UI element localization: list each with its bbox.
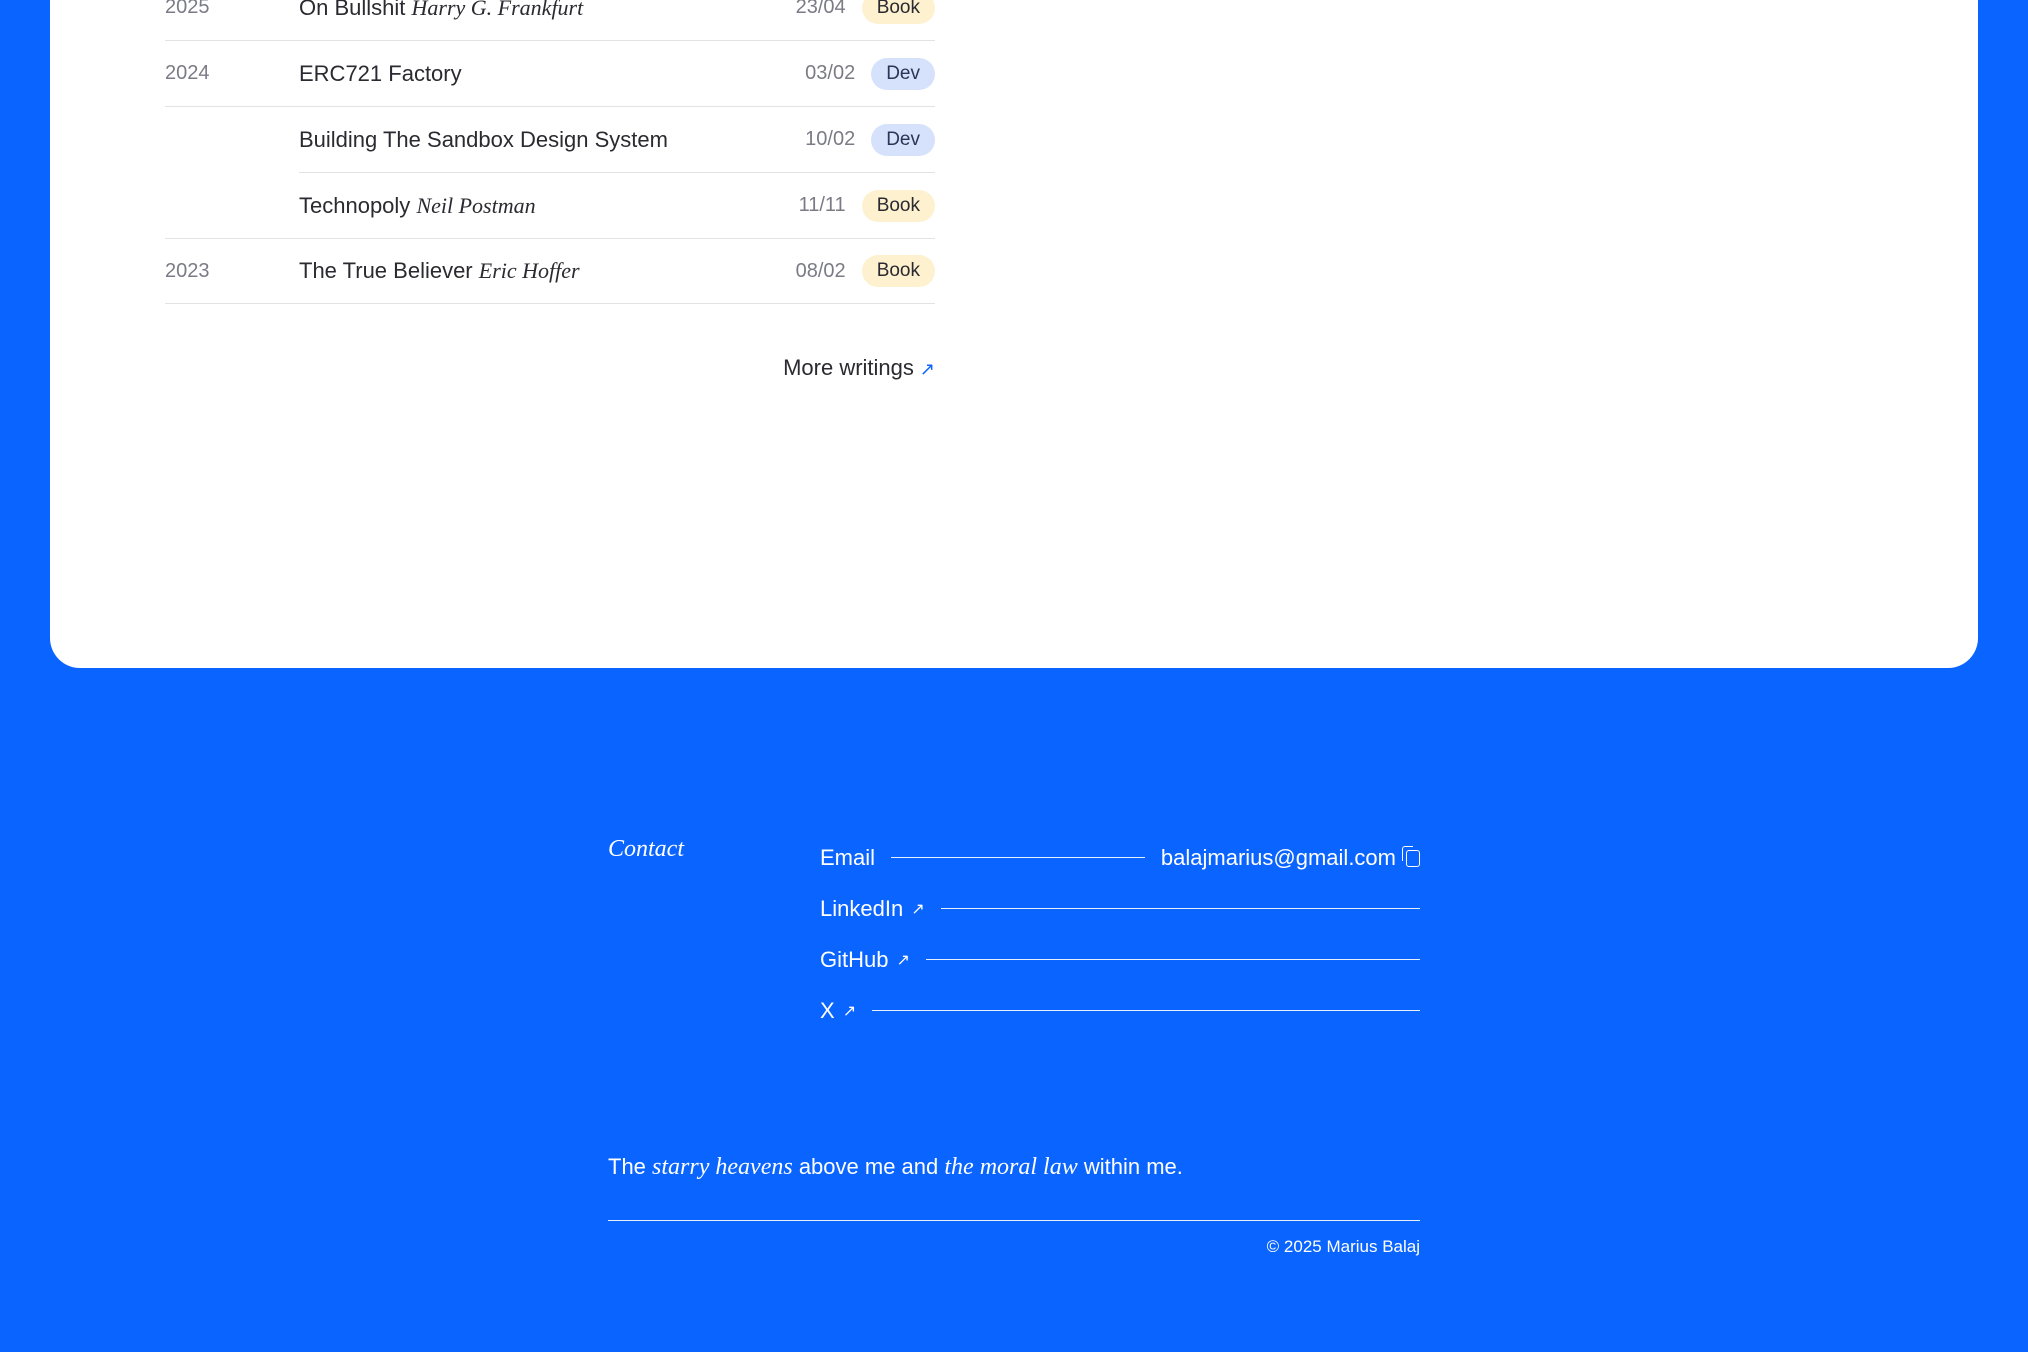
tag-badge: Book	[861, 189, 935, 222]
email-row: Email balajmarius@gmail.com	[820, 832, 1420, 883]
writing-title-group[interactable]: Technopoly Neil Postman	[299, 193, 799, 219]
writing-date: 10/02	[805, 128, 856, 150]
writing-date: 08/02	[795, 259, 846, 282]
writing-title-group[interactable]: The True Believer Eric Hoffer	[299, 258, 796, 284]
more-writings-label: More writings	[783, 355, 914, 380]
writing-row[interactable]: 2023 The True Believer Eric Hoffer 08/02…	[165, 238, 935, 304]
quote-emphasis: the moral law	[944, 1154, 1078, 1180]
writing-title-group[interactable]: On Bullshit Harry G. Frankfurt	[299, 0, 796, 21]
email-value[interactable]: balajmarius@gmail.com	[1161, 845, 1396, 871]
writing-title: On Bullshit	[299, 0, 406, 20]
tag-badge: Book	[861, 255, 935, 287]
writing-date: 23/04	[795, 0, 846, 18]
writing-year: 2025	[165, 0, 210, 18]
linkedin-label: LinkedIn	[820, 895, 904, 921]
linkedin-link[interactable]: LinkedIn ↗	[820, 883, 1420, 934]
quote-text: within me.	[1083, 1154, 1183, 1179]
x-label: X	[820, 997, 835, 1023]
tag-badge: Dev	[871, 57, 935, 90]
writing-title: The True Believer	[299, 258, 473, 283]
copyright: © 2025 Marius Balaj	[1266, 1237, 1420, 1256]
tag-badge: Book	[861, 0, 935, 24]
writing-author: Eric Hoffer	[478, 258, 580, 283]
quote-text: The	[608, 1154, 646, 1179]
tag-badge: Dev	[871, 123, 935, 156]
writing-author: Harry G. Frankfurt	[411, 0, 584, 20]
copy-icon[interactable]	[1402, 846, 1420, 867]
github-link[interactable]: GitHub ↗	[820, 934, 1420, 985]
writing-date: 11/11	[798, 194, 846, 216]
github-label: GitHub	[820, 946, 889, 972]
footer-divider	[608, 1220, 1420, 1221]
divider-line	[925, 959, 1420, 960]
email-label: Email	[820, 844, 876, 870]
divider-line	[891, 857, 1145, 858]
footer-quote: The starry heavens above me and the mora…	[608, 1154, 1183, 1181]
writing-date: 03/02	[805, 62, 856, 84]
x-link[interactable]: X ↗	[820, 985, 1420, 1036]
writing-year: 2024	[165, 62, 210, 84]
contact-heading: Contact	[608, 836, 684, 862]
more-writings-link[interactable]: More writings ↗	[165, 355, 935, 381]
arrow-up-right-icon: ↗	[896, 951, 910, 969]
writings-list: 2025 On Bullshit Harry G. Frankfurt 23/0…	[165, 0, 935, 380]
writing-title-group[interactable]: ERC721 Factory	[299, 61, 805, 87]
contact-links: Email balajmarius@gmail.com LinkedIn ↗ G…	[820, 832, 1420, 1036]
writing-year: 2023	[165, 259, 210, 282]
writing-title: ERC721 Factory	[299, 60, 462, 86]
writing-row[interactable]: Building The Sandbox Design System 10/02…	[299, 107, 935, 173]
writing-author: Neil Postman	[416, 192, 536, 218]
divider-line	[872, 1010, 1420, 1011]
writing-title-group[interactable]: Building The Sandbox Design System	[299, 127, 805, 153]
writing-row[interactable]: 2024 ERC721 Factory 03/02 Dev	[165, 41, 935, 107]
writing-row[interactable]: 2025 On Bullshit Harry G. Frankfurt 23/0…	[165, 0, 935, 41]
arrow-up-right-icon: ↗	[842, 1002, 857, 1020]
arrow-up-right-icon: ↗	[919, 359, 935, 379]
divider-line	[940, 908, 1420, 909]
quote-emphasis: starry heavens	[652, 1154, 793, 1180]
arrow-up-right-icon: ↗	[911, 900, 925, 918]
writing-title: Building The Sandbox Design System	[299, 126, 668, 152]
quote-text: above me and	[798, 1154, 939, 1179]
writing-title: Technopoly	[299, 192, 411, 218]
content-card: 2025 On Bullshit Harry G. Frankfurt 23/0…	[50, 0, 1978, 668]
writing-row[interactable]: Technopoly Neil Postman 11/11 Book	[299, 173, 935, 239]
